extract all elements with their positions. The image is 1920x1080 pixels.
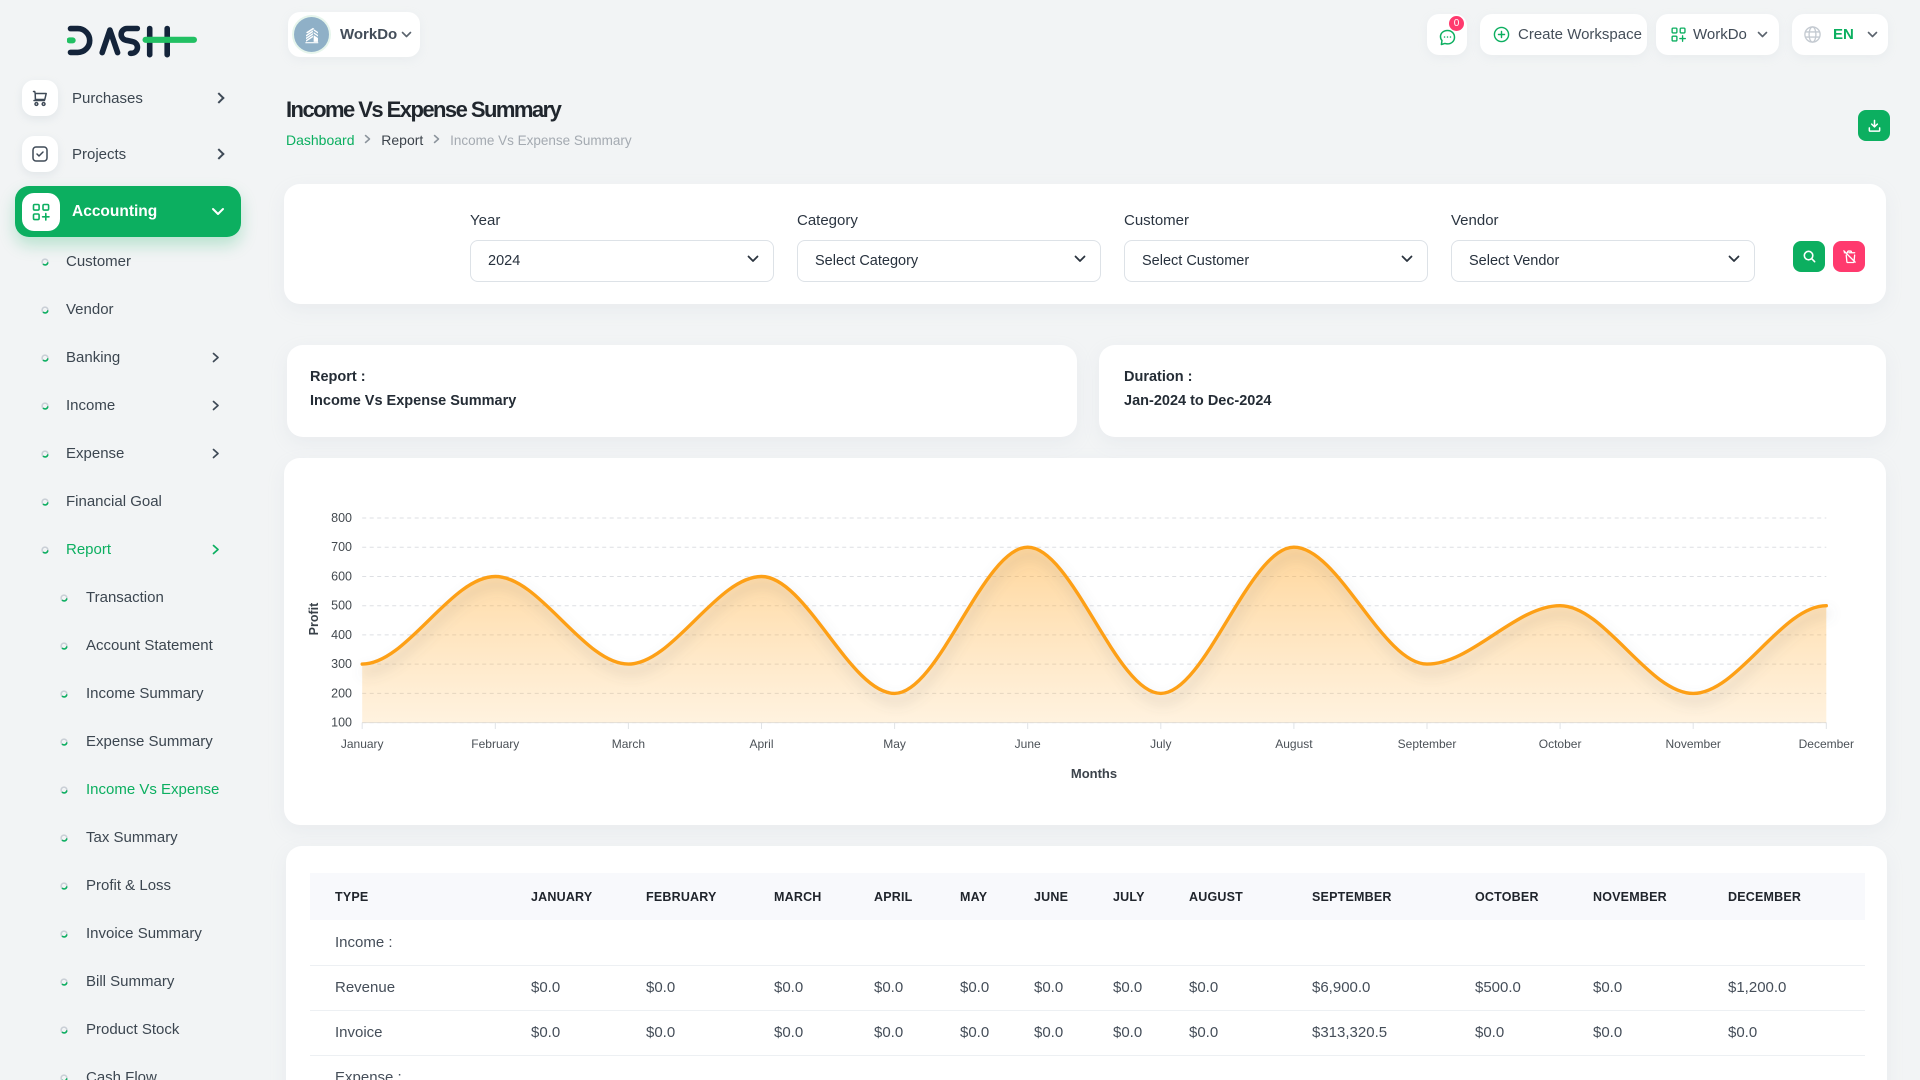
svg-text:Months: Months <box>1071 766 1117 781</box>
svg-text:May: May <box>883 737 906 751</box>
svg-text:February: February <box>471 737 519 751</box>
svg-text:September: September <box>1398 737 1457 751</box>
svg-text:November: November <box>1666 737 1721 751</box>
svg-text:100: 100 <box>331 716 352 730</box>
svg-text:500: 500 <box>331 599 352 613</box>
svg-text:800: 800 <box>331 511 352 525</box>
svg-text:200: 200 <box>331 686 352 700</box>
svg-text:300: 300 <box>331 657 352 671</box>
svg-text:April: April <box>749 737 773 751</box>
svg-text:December: December <box>1799 737 1854 751</box>
svg-text:400: 400 <box>331 628 352 642</box>
svg-text:700: 700 <box>331 540 352 554</box>
svg-text:August: August <box>1275 737 1313 751</box>
svg-text:October: October <box>1539 737 1582 751</box>
svg-text:600: 600 <box>331 570 352 584</box>
svg-text:July: July <box>1150 737 1171 751</box>
svg-text:Profit: Profit <box>307 602 321 635</box>
svg-text:March: March <box>612 737 645 751</box>
svg-text:June: June <box>1015 737 1041 751</box>
svg-text:January: January <box>341 737 384 751</box>
